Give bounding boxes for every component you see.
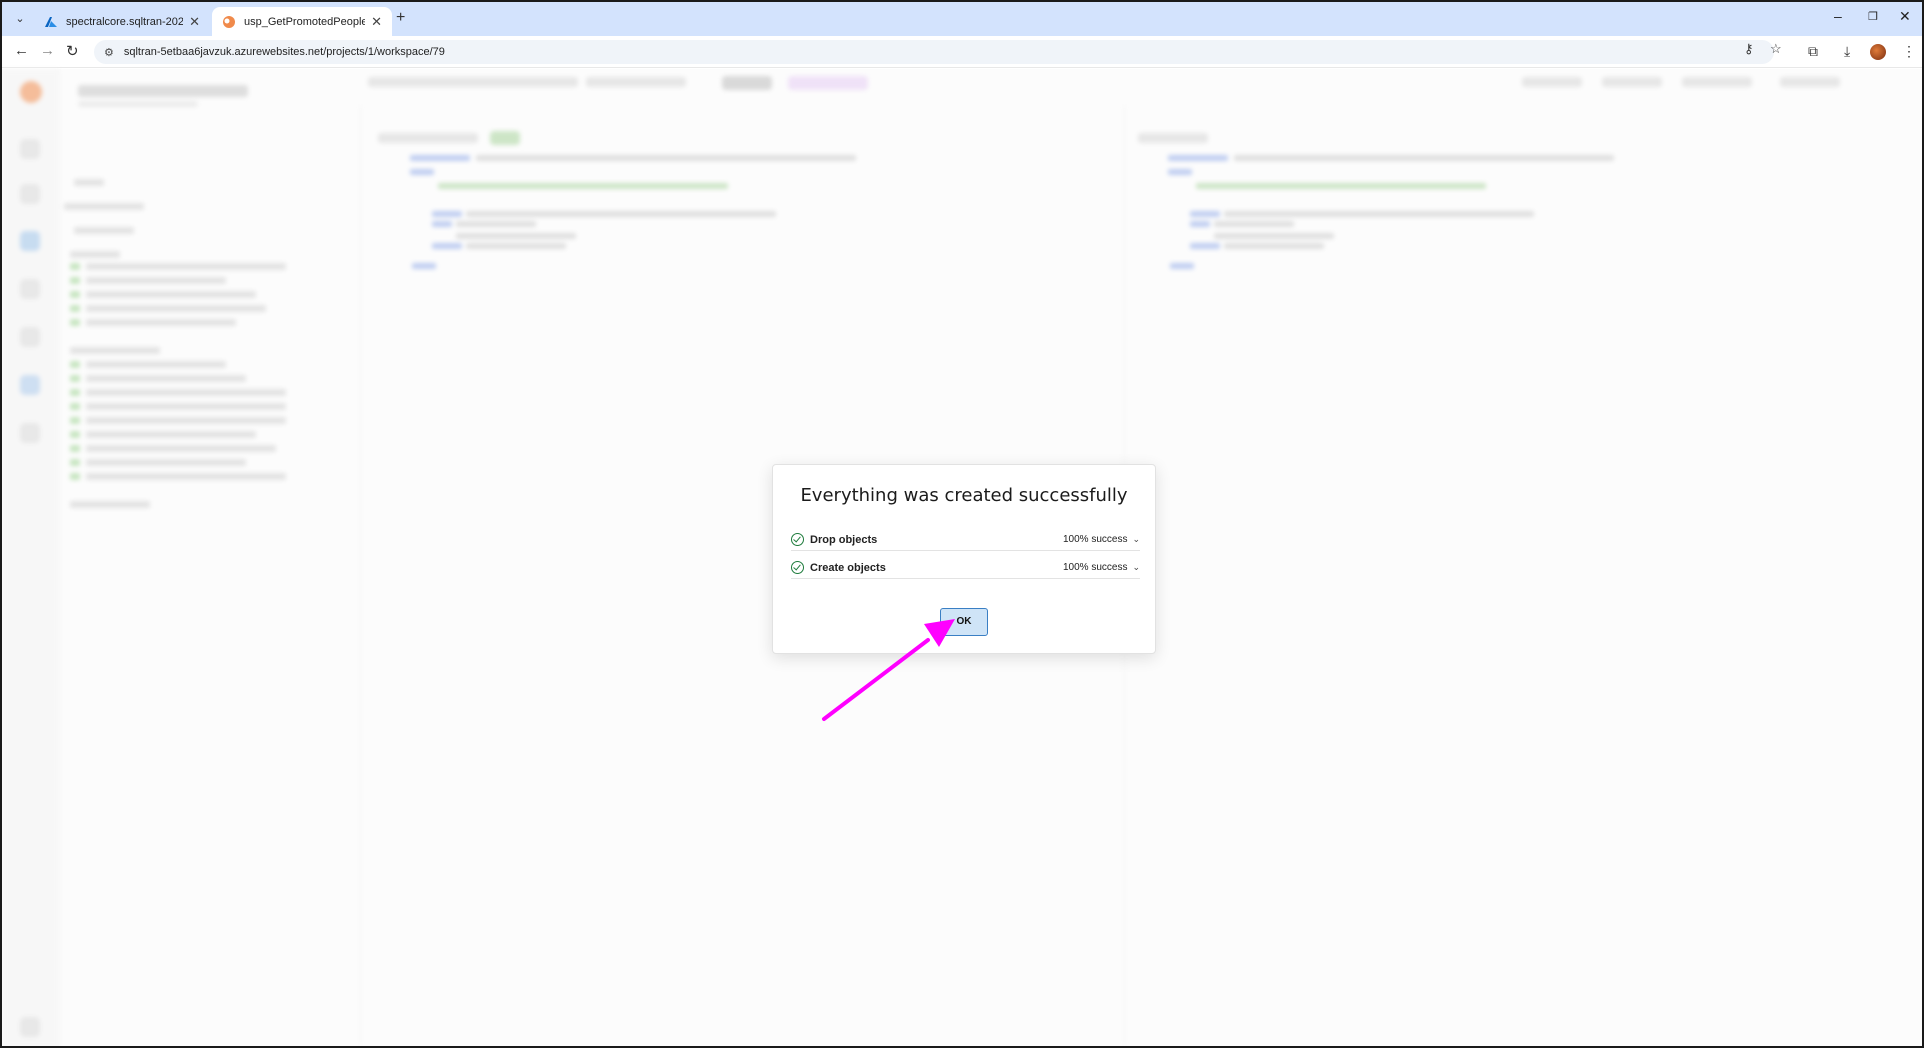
annotation-arrow xyxy=(822,619,955,721)
screen: ⌄ spectralcore.sqltran-202505261 ✕ usp_G… xyxy=(0,0,1924,1048)
